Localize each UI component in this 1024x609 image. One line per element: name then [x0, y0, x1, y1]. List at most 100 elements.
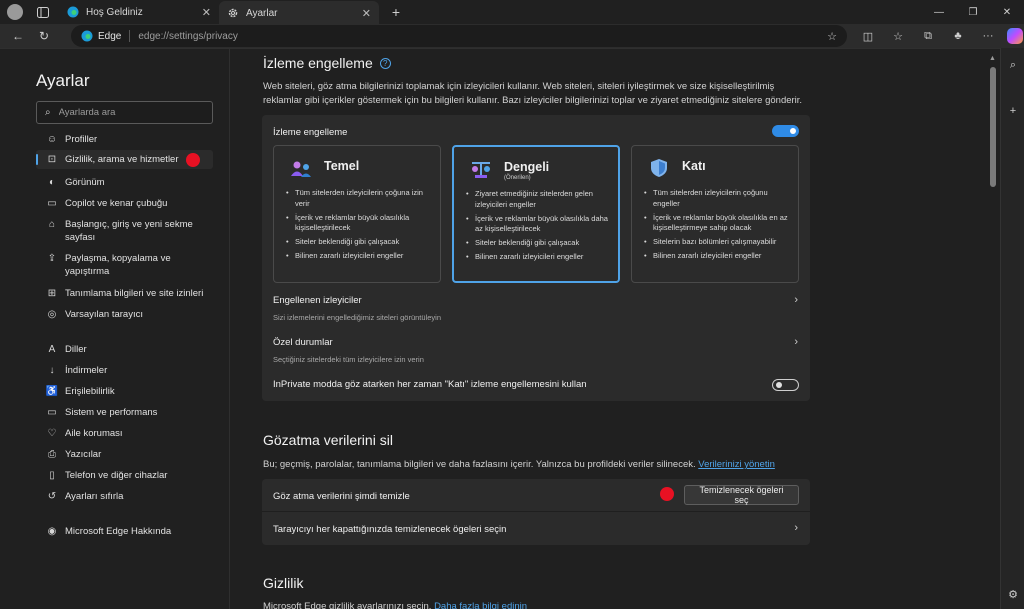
privacy-description: Microsoft Edge gizlilik ayarlarınızı seç…	[263, 600, 811, 609]
refresh-icon[interactable]: ↻	[31, 24, 57, 48]
browser-icon: ◎	[47, 309, 57, 320]
cookie-icon: ⊞	[47, 288, 57, 299]
chevron-right-icon: ›	[794, 336, 798, 348]
learn-more-link[interactable]: Daha fazla bilgi edinin	[434, 601, 527, 609]
balanced-icon	[472, 162, 490, 178]
search-input[interactable]	[58, 107, 199, 118]
sidebar-item-download[interactable]: ↓ İndirmeler	[36, 364, 213, 377]
system-icon: ▭	[47, 407, 57, 418]
tracking-heading: İzleme engelleme?	[263, 55, 391, 71]
address-url[interactable]: edge://settings/privacy	[138, 31, 827, 42]
choose-items-button[interactable]: Temizlenecek ögeleri seç	[684, 485, 799, 505]
tracking-toggle[interactable]	[772, 125, 799, 137]
close-icon[interactable]: ✕	[202, 6, 211, 19]
sidebar-item-label: Diller	[65, 344, 87, 355]
tab-settings[interactable]: Ayarlar ✕	[219, 1, 379, 25]
shield-icon	[651, 159, 667, 177]
settings-page: Ayarlar ⌕ ☺ Profiller ⊡ Gizlilik, arama ve …	[0, 48, 1000, 609]
scrollbar-thumb[interactable]	[990, 67, 996, 187]
sidebar-item-label: Başlangıç, giriş ve yeni sekme sayfası	[65, 219, 193, 243]
sidebar-item-printer[interactable]: ⎙ Yazıcılar	[36, 448, 213, 461]
printer-icon: ⎙	[48, 449, 56, 460]
sidebar-item-accessibility[interactable]: ♿ Erişilebilirlik	[36, 385, 213, 398]
sidebar-item-phone[interactable]: ▯ Telefon ve diğer cihazlar	[36, 469, 213, 482]
tab-actions-icon[interactable]	[31, 0, 55, 24]
collections-icon[interactable]: ⧉	[913, 24, 943, 48]
clear-now-label: Göz atma verilerini şimdi temizle	[273, 491, 410, 502]
minimize-icon[interactable]: —	[922, 0, 956, 24]
add-icon[interactable]: +	[1001, 98, 1024, 124]
settings-gear-icon[interactable]: ⚙	[1001, 581, 1024, 607]
option-basic[interactable]: Temel Tüm sitelerden izleyicilerin çoğun…	[273, 145, 441, 283]
extensions-icon[interactable]: ♣	[943, 24, 973, 48]
tracking-toggle-label: İzleme engelleme	[273, 127, 348, 138]
sidebar-item-edge[interactable]: ◉ Microsoft Edge Hakkında	[36, 525, 213, 538]
address-bar[interactable]: Edge edge://settings/privacy ☆	[71, 25, 847, 47]
restore-icon[interactable]: ❐	[956, 0, 990, 24]
sidebar-item-label: Aile koruması	[65, 428, 123, 439]
option-strict[interactable]: Katı Tüm sitelerden izleyicilerin çoğunu…	[631, 145, 799, 283]
option-bullets: Tüm sitelerden izleyicilerin çoğuna izin…	[286, 188, 436, 265]
sidebar-item-appearance[interactable]: ◐ Görünüm	[36, 176, 213, 189]
edge-icon	[81, 30, 93, 42]
search-icon: ⌕	[45, 107, 51, 118]
sidebar-item-cookie[interactable]: ⊞ Tanımlama bilgileri ve site izinleri	[36, 287, 213, 300]
blocked-trackers-sub: Sizi izlemelerini engellediğimiz siteler…	[273, 313, 441, 322]
inprivate-strict-toggle[interactable]	[772, 379, 799, 391]
tracking-description: Web siteleri, göz atma bilgilerinizi top…	[263, 81, 803, 106]
scroll-up-icon[interactable]: ▲	[989, 55, 996, 62]
search-icon[interactable]: ⌕	[1001, 52, 1024, 78]
marker-dot	[660, 487, 674, 501]
family-icon: ♡	[47, 428, 57, 439]
sidebar-item-label: İndirmeler	[65, 365, 108, 376]
exceptions-sub: Seçtiğiniz sitelerdeki tüm izleyicilere …	[273, 355, 424, 364]
sidebar-item-share[interactable]: ⇪ Paylaşma, kopyalama ve yapıştırma	[36, 252, 213, 278]
favorites-icon[interactable]: ☆	[883, 24, 913, 48]
bullet: Ziyaret etmediğiniz sitelerden gelen izl…	[466, 189, 616, 210]
close-icon[interactable]: ✕	[362, 7, 371, 20]
back-icon[interactable]: ←	[5, 24, 31, 48]
split-screen-icon[interactable]: ◫	[853, 24, 883, 48]
sidebar-icon: ▭	[47, 198, 57, 209]
address-label: Edge	[98, 30, 122, 42]
bullet: İçerik ve reklamlar büyük olasılıkla dah…	[466, 214, 616, 235]
sidebar-item-label: Yazıcılar	[65, 449, 102, 460]
sidebar-item-sidebar[interactable]: ▭ Copilot ve kenar çubuğu	[36, 197, 213, 210]
tab-welcome[interactable]: Hoş Geldiniz ✕	[59, 0, 219, 24]
sidebar-item-start[interactable]: ⌂ Başlangıç, giriş ve yeni sekme sayfası	[36, 218, 213, 244]
option-balanced[interactable]: Dengeli (Önerilen) Ziyaret etmediğiniz s…	[452, 145, 620, 283]
bullet: İçerik ve reklamlar büyük olasılıkla kiş…	[286, 213, 436, 234]
sidebar-item-reset[interactable]: ↺ Ayarları sıfırla	[36, 490, 213, 503]
sidebar-item-label: Görünüm	[65, 177, 105, 188]
option-bullets: Tüm sitelerden izleyicilerin çoğunu enge…	[644, 188, 794, 265]
bullet: Bilinen zararlı izleyicileri engeller	[466, 252, 616, 263]
sidebar-item-label: Tanımlama bilgileri ve site izinleri	[65, 288, 204, 299]
start-icon: ⌂	[48, 219, 56, 230]
settings-search[interactable]: ⌕	[36, 101, 213, 124]
bullet: Siteler beklendiği gibi çalışacak	[286, 237, 436, 248]
bullet: Siteler beklendiği gibi çalışacak	[466, 238, 616, 249]
option-title: Dengeli	[504, 160, 550, 174]
help-icon[interactable]: ?	[379, 58, 391, 69]
chevron-right-icon: ›	[794, 522, 798, 534]
new-tab-button[interactable]: +	[385, 1, 407, 23]
copilot-icon[interactable]	[1007, 28, 1023, 44]
sidebar-item-system[interactable]: ▭ Sistem ve performans	[36, 406, 213, 419]
sidebar-item-browser[interactable]: ◎ Varsayılan tarayıcı	[36, 308, 213, 321]
more-icon[interactable]: ···	[973, 24, 1003, 48]
bullet: İçerik ve reklamlar büyük olasılıkla en …	[644, 213, 794, 234]
manage-data-link[interactable]: Verilerinizi yönetin	[698, 459, 775, 470]
accessibility-icon: ♿	[45, 386, 59, 397]
favorite-star-icon[interactable]: ☆	[827, 30, 837, 43]
close-window-icon[interactable]: ✕	[990, 0, 1024, 24]
option-bullets: Ziyaret etmediğiniz sitelerden gelen izl…	[466, 189, 616, 266]
divider	[262, 511, 810, 512]
sidebar-item-family[interactable]: ♡ Aile koruması	[36, 427, 213, 440]
tab-title: Hoş Geldiniz	[86, 6, 143, 18]
exceptions-title: Özel durumlar	[273, 337, 333, 348]
profile-avatar[interactable]	[7, 4, 23, 20]
sidebar-item-language[interactable]: A Diller	[36, 343, 213, 356]
reset-icon: ↺	[47, 491, 57, 502]
sidebar-item-profile[interactable]: ☺ Profiller	[36, 133, 213, 146]
sidebar-item-label: Erişilebilirlik	[65, 386, 115, 397]
